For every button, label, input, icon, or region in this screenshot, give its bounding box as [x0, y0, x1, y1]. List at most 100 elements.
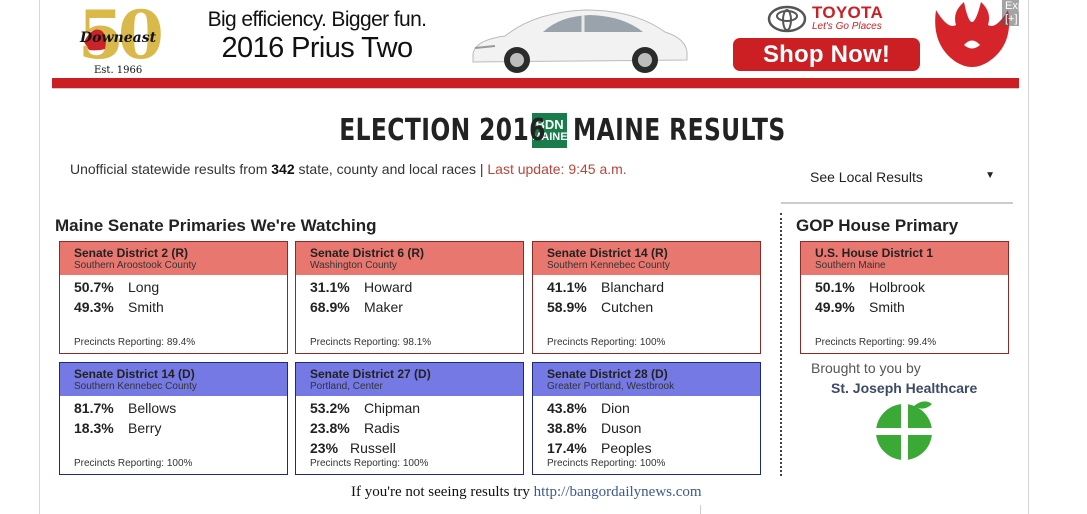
candidate-row: 50.1% Holbrook	[815, 278, 925, 296]
candidate-percent: 49.9%	[815, 299, 855, 315]
candidate-percent: 23%	[310, 440, 339, 456]
race-card-header: Senate District 14 (D) Southern Kennebec…	[60, 363, 287, 396]
page-title: ELECTION 2016 BDN MAINE MAINE RESULTS	[0, 113, 1087, 148]
race-count: 342	[271, 161, 295, 177]
candidate-name: Chipman	[364, 400, 421, 416]
bangordailynews-link[interactable]: http://bangordailynews.com	[534, 484, 702, 500]
section-divider	[780, 213, 782, 476]
candidate-name: Smith	[869, 299, 905, 315]
precincts-reporting: Precincts Reporting: 100%	[547, 458, 666, 469]
race-name: Senate District 14 (D)	[74, 367, 195, 381]
prius-car-image	[472, 9, 688, 73]
race-card-senate-14d: Senate District 14 (D) Southern Kennebec…	[59, 362, 288, 475]
race-card-senate-27d: Senate District 27 (D) Portland, Center …	[295, 362, 524, 475]
race-card-header: Senate District 27 (D) Portland, Center	[296, 363, 523, 396]
local-results-select[interactable]: See Local Results ▼	[810, 169, 995, 185]
toyota-tagline: Let's Go Places	[812, 21, 882, 32]
candidate-percent: 38.8%	[547, 420, 587, 436]
race-name: Senate District 28 (D)	[547, 367, 668, 381]
results-summary: Unofficial statewide results from 342 st…	[70, 161, 627, 177]
precincts-reporting: Precincts Reporting: 89.4%	[74, 337, 196, 348]
fallback-note-text: If you're not seeing results try	[351, 484, 534, 500]
candidate-name: Howard	[364, 279, 413, 295]
race-area: Southern Kennebec County	[547, 260, 670, 271]
sponsor-intro: Brought to you by	[811, 360, 921, 376]
candidate-percent: 68.9%	[310, 299, 350, 315]
header-rule	[781, 202, 1013, 204]
dropdown-arrow-icon: ▼	[985, 170, 995, 181]
precincts-reporting: Precincts Reporting: 100%	[547, 337, 666, 348]
candidate-percent: 17.4%	[547, 440, 587, 456]
candidate-name: Radis	[364, 420, 400, 436]
candidate-percent: 81.7%	[74, 400, 114, 416]
precincts-reporting: Precincts Reporting: 100%	[74, 458, 193, 469]
footer-rule	[700, 505, 701, 514]
candidate-row: 53.2% Chipman	[310, 399, 420, 417]
candidate-name: Cutchen	[601, 299, 654, 315]
expand-ad-button[interactable]: Expand [+]	[1002, 0, 1019, 26]
page-frame-left	[39, 0, 40, 514]
page-frame-right	[1028, 0, 1029, 514]
candidate-name: Holbrook	[869, 279, 926, 295]
race-card-house-1: U.S. House District 1 Southern Maine 50.…	[800, 241, 1009, 354]
st-joseph-apple-logo-icon[interactable]	[874, 398, 936, 460]
candidate-row: 68.9% Maker	[310, 298, 403, 316]
candidate-row: 49.9% Smith	[815, 298, 905, 316]
race-card-senate-2r: Senate District 2 (R) Southern Aroostook…	[59, 241, 288, 354]
shop-now-button[interactable]: Shop Now!	[733, 38, 920, 71]
race-card-header: Senate District 28 (D) Greater Portland,…	[533, 363, 760, 396]
candidate-percent: 53.2%	[310, 400, 350, 416]
candidate-name: Duson	[601, 420, 642, 436]
toyota-brand-name: TOYOTA	[812, 3, 884, 22]
ad-bottom-bar	[52, 78, 1019, 88]
race-card-header: Senate District 14 (R) Southern Kennebec…	[533, 242, 760, 275]
candidate-name: Dion	[601, 400, 630, 416]
senate-section-title: Maine Senate Primaries We're Watching	[55, 216, 377, 235]
race-area: Southern Aroostook County	[74, 260, 197, 271]
candidate-row: 58.9% Cutchen	[547, 298, 653, 316]
candidate-name: Blanchard	[601, 279, 665, 295]
results-summary-suffix: state, county and local races |	[294, 161, 488, 177]
race-area: Southern Maine	[815, 260, 886, 271]
candidate-row: 50.7% Long	[74, 278, 159, 296]
candidate-row: 38.8% Duson	[547, 419, 641, 437]
local-results-label: See Local Results	[810, 169, 923, 185]
candidate-name: Bellows	[128, 400, 177, 416]
page-title-right: MAINE RESULTS	[573, 113, 786, 148]
precincts-reporting: Precincts Reporting: 100%	[310, 458, 429, 469]
race-card-senate-14r: Senate District 14 (R) Southern Kennebec…	[532, 241, 761, 354]
candidate-name: Maker	[364, 299, 403, 315]
race-name: Senate District 6 (R)	[310, 246, 425, 260]
candidate-percent: 50.7%	[74, 279, 114, 295]
candidate-row: 43.8% Dion	[547, 399, 630, 417]
candidate-percent: 23.8%	[310, 420, 350, 436]
race-card-header: Senate District 6 (R) Washington County	[296, 242, 523, 275]
race-area: Greater Portland, Westbrook	[547, 381, 675, 392]
candidate-percent: 50.1%	[815, 279, 855, 295]
race-card-senate-28d: Senate District 28 (D) Greater Portland,…	[532, 362, 761, 475]
race-name: Senate District 14 (R)	[547, 246, 668, 260]
candidate-name: Berry	[128, 420, 162, 436]
race-name: Senate District 27 (D)	[310, 367, 431, 381]
candidate-name: Peoples	[601, 440, 652, 456]
race-name: U.S. House District 1	[815, 246, 934, 260]
precincts-reporting: Precincts Reporting: 99.4%	[815, 337, 937, 348]
race-area: Portland, Center	[310, 381, 383, 392]
ad-headline: Big efficiency. Bigger fun. 2016 Prius T…	[202, 8, 432, 64]
race-card-header: Senate District 2 (R) Southern Aroostook…	[60, 242, 287, 275]
dealer-established: Est. 1966	[94, 65, 143, 76]
candidate-percent: 31.1%	[310, 279, 350, 295]
candidate-name: Long	[128, 279, 160, 295]
house-section-title: GOP House Primary	[796, 216, 959, 235]
candidate-row: 23% Russell	[310, 439, 396, 457]
race-name: Senate District 2 (R)	[74, 246, 189, 260]
candidate-percent: 18.3%	[74, 420, 114, 436]
toyota-emblem-icon	[767, 5, 807, 33]
dealer-name: Downeast	[80, 30, 157, 46]
fallback-note: If you're not seeing results try http://…	[351, 484, 702, 501]
candidate-percent: 41.1%	[547, 279, 587, 295]
sponsor-name[interactable]: St. Joseph Healthcare	[831, 380, 977, 396]
race-card-senate-6r: Senate District 6 (R) Washington County …	[295, 241, 524, 354]
ad-headline-line2: 2016 Prius Two	[221, 32, 414, 64]
prius-ad-banner[interactable]: 50 Downeast Est. 1966 Big efficiency. Bi…	[52, 0, 1019, 88]
